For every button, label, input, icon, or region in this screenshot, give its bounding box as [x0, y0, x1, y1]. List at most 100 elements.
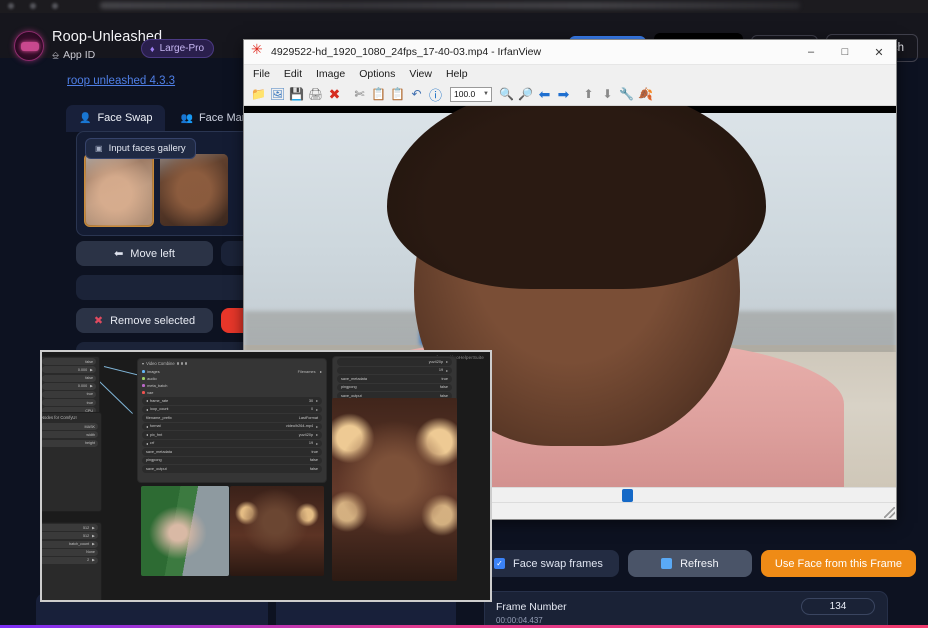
next-icon[interactable]: ➡	[555, 86, 572, 103]
widget-arrow-left-icon[interactable]: ◂	[146, 424, 148, 429]
copy-icon[interactable]: 📋	[370, 86, 387, 103]
comfy-left-row[interactable]: 2 ▶	[42, 556, 98, 564]
menu-options[interactable]: Options	[359, 68, 395, 80]
face-swap-frames-checkbox[interactable]: ✓ Face swap frames	[484, 550, 619, 577]
widget-arrow-right-icon[interactable]: ▸	[446, 359, 448, 364]
widget-arrow-right-icon[interactable]: ▸	[316, 407, 318, 412]
save-icon[interactable]: 💾	[288, 86, 305, 103]
move-left-button[interactable]: ⬅ Move left	[76, 241, 213, 266]
close-button[interactable]: ✕	[862, 40, 896, 65]
menu-edit[interactable]: Edit	[284, 68, 302, 80]
comfy-left-row[interactable]: height	[42, 439, 98, 447]
menu-file[interactable]: File	[253, 68, 270, 80]
widget-arrow-left-icon[interactable]: ◂	[146, 441, 148, 446]
roop-version-link[interactable]: roop unleashed 4.3.3	[67, 75, 175, 87]
widget-arrow-right-icon[interactable]: ▸	[316, 424, 318, 429]
last-image-icon[interactable]: ⬇	[599, 86, 616, 103]
previous-icon[interactable]: ⬅	[536, 86, 553, 103]
resize-grip[interactable]	[884, 507, 895, 518]
paste-icon[interactable]: 📋	[389, 86, 406, 103]
collapse-icon[interactable]: ▾	[142, 361, 144, 366]
comfy-left-row[interactable]: true	[42, 390, 96, 398]
comfy-widget-pix-fmt[interactable]: ◂ pix_fmt yuv420p ▸	[142, 431, 322, 439]
comfy-secondary-widget-4[interactable]: pingpong false	[337, 383, 452, 391]
comfy-node-header[interactable]: ▾ Video Combine	[138, 359, 326, 368]
browser-url-bar[interactable]	[0, 0, 928, 13]
maximize-button[interactable]: □	[828, 40, 862, 65]
comfy-input-images[interactable]: images Filenames ▸	[138, 368, 326, 375]
comfy-secondary-widget-1[interactable]: yuv420p ▸	[337, 358, 452, 366]
comfy-widget-filename-prefix[interactable]: filename_prefix LastFormat	[142, 414, 322, 422]
comfy-widget-pingpong[interactable]: pingpong false	[142, 456, 322, 464]
comfy-secondary-widget-3[interactable]: save_metadata true	[337, 375, 452, 383]
widget-arrow-left-icon[interactable]: ◂	[146, 398, 148, 403]
widget-label: pingpong	[341, 385, 357, 390]
widget-arrow-left-icon[interactable]: ◂	[146, 432, 148, 437]
comfy-left-row[interactable]: MASK	[42, 423, 98, 431]
comfyui-canvas[interactable]: ComfyUI-VideoHelperSuite false 0.000▶ fa…	[42, 352, 490, 600]
frame-number-value[interactable]: 134	[801, 598, 875, 615]
comfy-widget-save-output[interactable]: save_output false	[142, 465, 322, 473]
comfy-input-audio[interactable]: audio	[138, 375, 326, 382]
remove-selected-button[interactable]: ✖ Remove selected	[76, 308, 213, 333]
scrollbar-thumb[interactable]	[622, 489, 633, 502]
comfy-widget-save-metadata[interactable]: save_metadata true	[142, 448, 322, 456]
widget-arrow-right-icon[interactable]: ▸	[316, 432, 318, 437]
info-icon[interactable]: ⓘ	[427, 86, 444, 103]
comfy-left-panel-3[interactable]: 512 ▶ 512 ▶ batch_count ▶ None 2 ▶	[42, 522, 102, 600]
widget-value: 30	[308, 398, 314, 403]
zoom-level-select[interactable]: 100.0 ▼	[450, 86, 492, 102]
comfy-widget-loop-count[interactable]: ◂ loop_count 0 ▸	[142, 405, 322, 413]
comfy-node-video-combine[interactable]: ▾ Video Combine images Filenames ▸ audio…	[137, 358, 327, 483]
input-face-2[interactable]	[160, 154, 228, 226]
shield-icon: ⎒	[52, 49, 60, 60]
slot-label: images	[147, 369, 160, 374]
effects-icon[interactable]: 🍂	[637, 86, 654, 103]
cut-icon[interactable]: ✄	[351, 86, 368, 103]
comfy-left-row[interactable]: 0.000 ▶	[42, 382, 96, 390]
comfy-preview-image-result[interactable]	[230, 486, 324, 576]
comfy-left-row[interactable]: width	[42, 431, 98, 439]
widget-arrow-right-icon[interactable]: ▸	[316, 398, 318, 403]
tab-face-swap[interactable]: 👤 Face Swap	[66, 105, 166, 132]
comfy-preview-image-secondary[interactable]	[332, 398, 457, 581]
minimize-button[interactable]: –	[794, 40, 828, 65]
input-face-1[interactable]	[84, 153, 154, 227]
comfy-left-row[interactable]: true	[42, 399, 96, 407]
comfy-left-panel-2[interactable]: Nodes for ComfyUI MASK width height	[42, 412, 102, 512]
undo-icon[interactable]: ↶	[408, 86, 425, 103]
comfy-left-row[interactable]: batch_count ▶	[42, 540, 98, 548]
settings-icon[interactable]: 🔧	[618, 86, 635, 103]
comfy-input-meta-batch[interactable]: meta_batch	[138, 382, 326, 389]
comfy-secondary-widget-2[interactable]: 19 ▸	[337, 366, 452, 374]
comfy-left-row[interactable]: 0.000 ▶	[42, 366, 96, 374]
irfanview-titlebar[interactable]: 4929522-hd_1920_1080_24fps_17-40-03.mp4 …	[244, 40, 896, 65]
comfy-left-row[interactable]: None	[42, 548, 98, 556]
comfy-left-row[interactable]: 512 ▶	[42, 524, 98, 532]
zoom-out-icon[interactable]: 🔎	[517, 86, 534, 103]
widget-arrow-right-icon[interactable]: ▸	[446, 368, 448, 373]
comfy-left-row[interactable]: false	[42, 374, 96, 382]
comfy-preview-image-source[interactable]	[141, 486, 229, 576]
comfy-left-row[interactable]: 512 ▶	[42, 532, 98, 540]
comfy-input-vae[interactable]: vae	[138, 389, 326, 396]
comfy-left-row[interactable]: false	[42, 358, 96, 366]
browser-url-text[interactable]	[100, 2, 800, 9]
menu-image[interactable]: Image	[316, 68, 345, 80]
menu-help[interactable]: Help	[446, 68, 468, 80]
refresh-button[interactable]: Refresh	[627, 550, 752, 577]
first-image-icon[interactable]: ⬆	[580, 86, 597, 103]
open-folder-icon[interactable]: 📁	[250, 86, 267, 103]
zoom-in-icon[interactable]: 🔍	[498, 86, 515, 103]
delete-icon[interactable]: ✖	[326, 86, 343, 103]
zoom-level-value: 100.0	[454, 89, 476, 99]
comfy-widget-crf[interactable]: ◂ crf 19 ▸	[142, 439, 322, 447]
comfy-widget-frame-rate[interactable]: ◂ frame_rate 30 ▸	[142, 397, 322, 405]
comfy-widget-format[interactable]: ◂ format video/h264-mp4 ▸	[142, 422, 322, 430]
menu-view[interactable]: View	[409, 68, 432, 80]
print-icon[interactable]: 🖨	[307, 86, 324, 103]
widget-arrow-right-icon[interactable]: ▸	[316, 441, 318, 446]
thumbnails-icon[interactable]: 🖼	[269, 86, 286, 103]
use-face-from-frame-button[interactable]: Use Face from this Frame	[760, 550, 917, 577]
widget-arrow-left-icon[interactable]: ◂	[146, 407, 148, 412]
